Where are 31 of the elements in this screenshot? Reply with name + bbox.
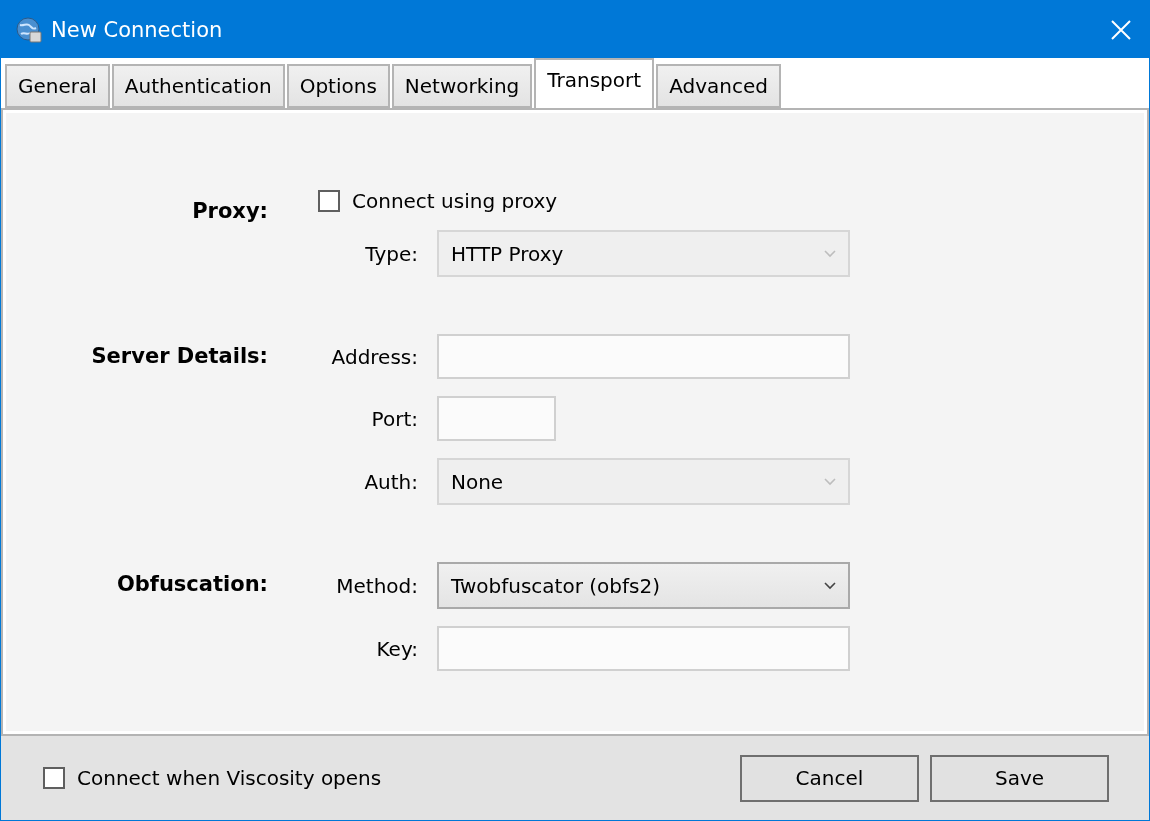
section-label: Proxy: [191, 199, 268, 223]
globe-icon [15, 15, 43, 44]
field-label: Key: [375, 636, 419, 661]
window-title: New Connection [51, 17, 224, 42]
field-label: Auth: [363, 469, 419, 494]
checkbox-label: Connect using proxy [352, 189, 558, 213]
section-label: Obfuscation: [115, 572, 268, 596]
chevron-icon [824, 477, 836, 486]
tab[interactable]: Advanced [656, 64, 781, 108]
tab[interactable]: General [5, 64, 110, 108]
field-label: Method: [335, 573, 419, 598]
input-field[interactable] [437, 334, 850, 379]
tab[interactable]: Authentication [111, 64, 285, 108]
dialog-button[interactable]: Cancel [740, 754, 919, 802]
tab[interactable]: Networking [391, 64, 533, 108]
dialog-button[interactable]: Save [930, 754, 1109, 802]
input-field[interactable] [437, 396, 556, 441]
chevron-icon [824, 581, 836, 590]
field-label: Type: [364, 241, 419, 266]
dropdown[interactable]: Twobfuscator (obfs2) [437, 562, 850, 609]
checkbox[interactable] [43, 767, 65, 789]
checkbox-label: Connect when Viscosity opens [77, 766, 382, 790]
checkbox[interactable] [318, 190, 340, 212]
field-label: Port: [370, 406, 419, 431]
close-icon [1111, 19, 1131, 40]
tab[interactable]: Transport [534, 58, 655, 108]
section-label: Server Details: [90, 344, 268, 368]
input-field[interactable] [437, 626, 850, 671]
tab[interactable]: Options [286, 64, 390, 108]
field-label: Address: [330, 344, 419, 369]
chevron-icon [824, 249, 836, 258]
